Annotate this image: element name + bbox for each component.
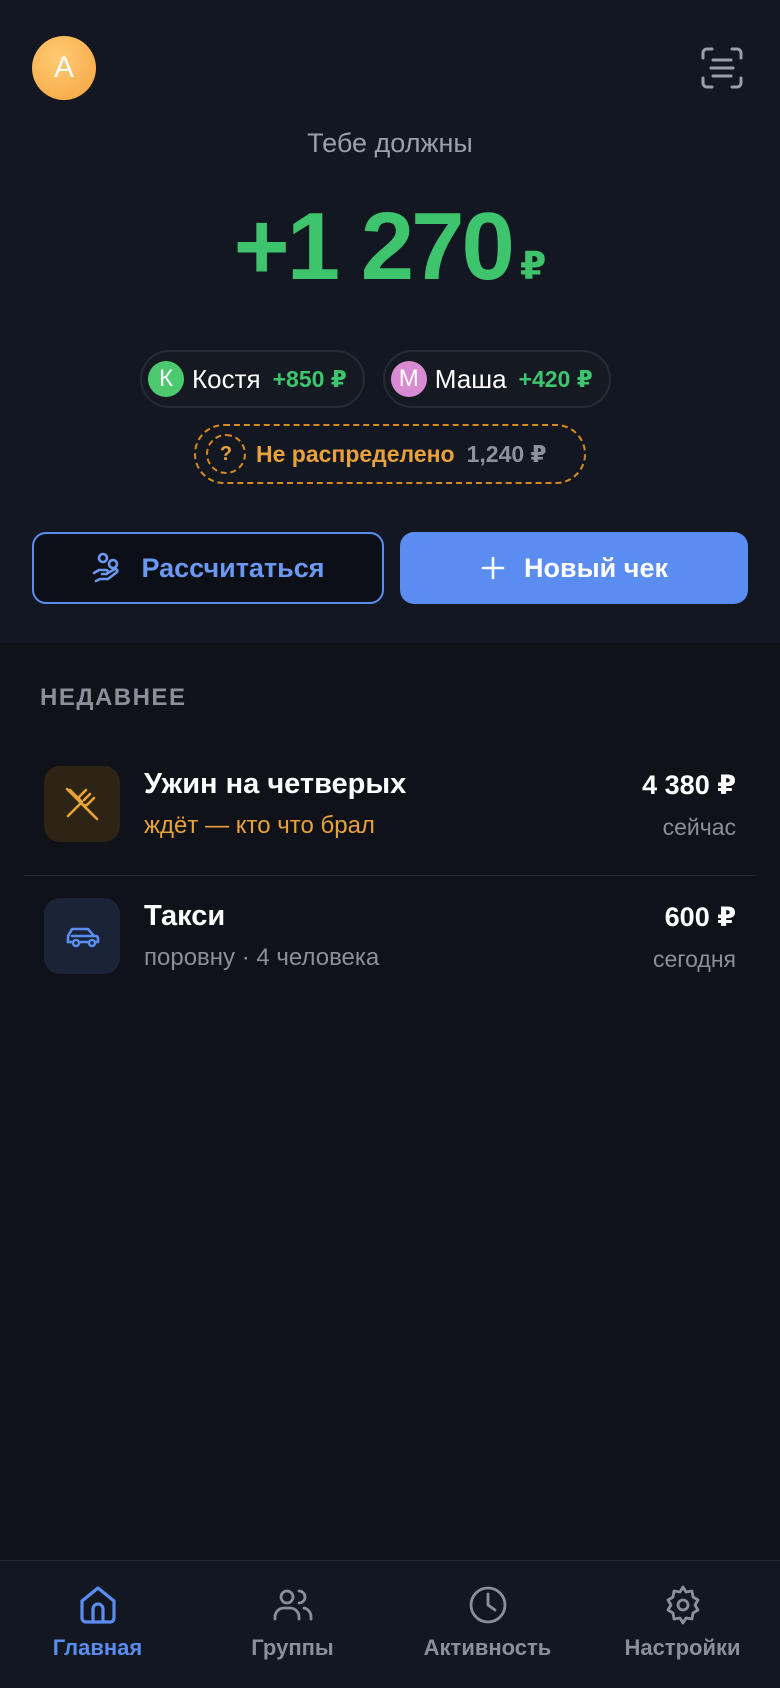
tab-label: Группы (251, 1635, 334, 1660)
tab-label: Настройки (624, 1635, 741, 1660)
row-title: Такси (144, 900, 226, 932)
balance-header: A Тебе должны +1 270 ₽ К Костя +850 ₽ М … (0, 0, 780, 643)
settle-label: Рассчитаться (141, 552, 325, 583)
list-item[interactable]: Такси поровну · 4 человека 600 ₽ сегодня (24, 876, 756, 1008)
debtor-amount: +420 ₽ (518, 365, 593, 392)
gear-icon (666, 1585, 699, 1625)
question-icon: ? (206, 434, 246, 474)
unassigned-chip[interactable]: ? Не распределено 1,240 ₽ (194, 424, 586, 484)
row-subtitle: поровну · 4 человека (144, 944, 380, 971)
row-icon-container (44, 898, 120, 974)
row-amount: 4 380 ₽ (642, 770, 736, 800)
recent-section-title: НЕДАВНЕЕ (40, 684, 187, 711)
row-title: Ужин на четверых (144, 768, 407, 800)
tab-label: Главная (52, 1635, 143, 1660)
list-item[interactable]: Ужин на четверых ждёт — кто что брал 4 3… (24, 744, 756, 876)
scan-receipt-button[interactable] (696, 42, 748, 94)
home-icon (79, 1586, 116, 1624)
tab-label: Активность (423, 1635, 552, 1660)
debtor-amount: +850 ₽ (272, 365, 347, 392)
utensils-icon (65, 787, 99, 821)
unassigned-label: Не распределено (256, 440, 455, 467)
balance-value: +1 270 (233, 193, 515, 300)
tab-home[interactable]: Главная (0, 1561, 195, 1688)
balance-label: Тебе должны (307, 128, 473, 158)
debtor-chip-kostya[interactable]: К Костя +850 ₽ (140, 350, 365, 408)
plus-icon (481, 556, 505, 580)
settle-button[interactable]: Рассчитаться (32, 532, 384, 604)
unassigned-amount: 1,240 ₽ (466, 440, 547, 467)
debtor-name: Костя (192, 363, 261, 394)
avatar[interactable]: A (32, 36, 96, 100)
car-icon (66, 927, 100, 948)
hand-coins-icon (93, 552, 119, 583)
users-icon (273, 1589, 312, 1621)
bottom-tab-bar: Главная Группы Активность Настройки (0, 1560, 780, 1688)
row-time: сегодня (652, 946, 736, 972)
debtor-avatar: М (390, 361, 427, 397)
tab-groups[interactable]: Группы (195, 1561, 390, 1688)
balance-amount: +1 270 ₽ (0, 192, 780, 302)
row-amount: 600 ₽ (664, 902, 736, 932)
clock-icon (469, 1586, 506, 1624)
home-screen: A Тебе должны +1 270 ₽ К Костя +850 ₽ М … (0, 0, 780, 1688)
new-receipt-button[interactable]: Новый чек (400, 532, 748, 604)
debtor-avatar: К (148, 361, 184, 397)
row-time: сейчас (662, 814, 736, 840)
tab-activity[interactable]: Активность (390, 1561, 585, 1688)
debtor-name: Маша (434, 363, 507, 394)
balance-currency: ₽ (519, 246, 547, 288)
row-subtitle: ждёт — кто что брал (144, 812, 375, 839)
debtor-chip-masha[interactable]: М Маша +420 ₽ (382, 350, 611, 408)
tab-settings[interactable]: Настройки (585, 1561, 780, 1688)
scan-receipt-icon (701, 47, 743, 89)
avatar-letter: A (53, 51, 74, 84)
new-receipt-label: Новый чек (524, 552, 668, 583)
debtor-chips: К Костя +850 ₽ М Маша +420 ₽ (140, 350, 611, 408)
row-icon-container (44, 766, 120, 842)
